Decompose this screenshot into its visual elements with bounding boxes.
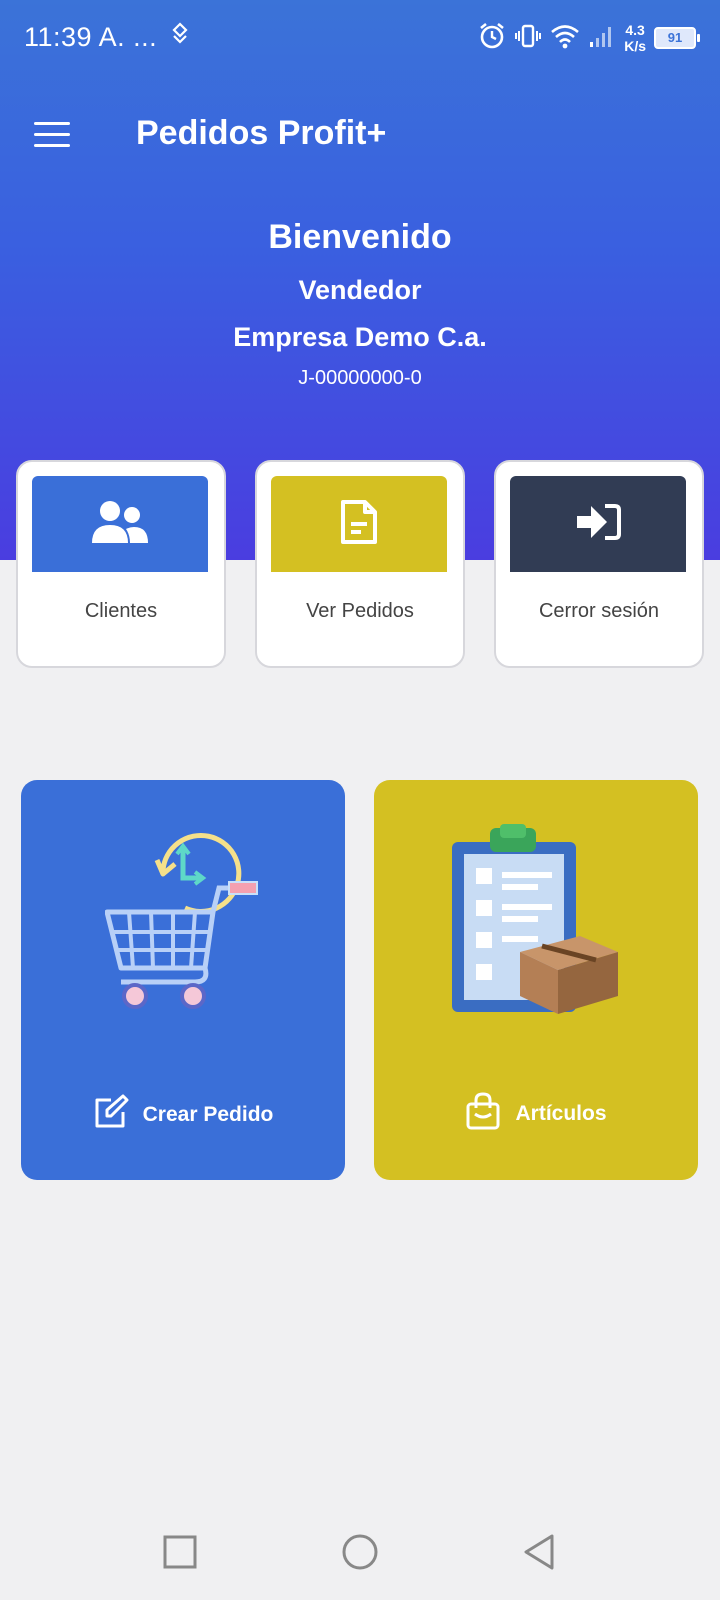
users-icon <box>90 499 150 550</box>
clientes-label: Clientes <box>84 600 158 622</box>
wifi-icon <box>550 22 580 55</box>
articulos-button-label: Artículos <box>374 1092 698 1136</box>
welcome-panel: Bienvenido Vendedor Empresa Demo C.a. J-… <box>0 218 720 390</box>
cerrar-sesion-card-banner <box>510 476 686 572</box>
recent-apps-button[interactable] <box>158 1530 202 1574</box>
status-time: 11:39 A. ... <box>24 22 158 52</box>
document-icon <box>339 498 379 551</box>
ver-pedidos-label: Ver Pedidos <box>306 600 414 622</box>
edit-icon <box>93 1094 129 1136</box>
ver-pedidos-card-banner <box>271 476 447 572</box>
network-speed-value: 4.3 <box>625 22 645 38</box>
clientes-card[interactable]: Clientes <box>16 460 226 668</box>
app-title: Pedidos Profit+ <box>136 114 387 152</box>
welcome-title: Bienvenido <box>268 218 452 256</box>
menu-icon[interactable] <box>34 122 70 150</box>
circle-icon <box>342 1534 378 1570</box>
crear-pedido-card[interactable]: Crear Pedido <box>21 780 345 1180</box>
network-speed-unit: K/s <box>624 38 646 54</box>
status-bar: 11:39 A. ... 4.3 K/s 91 <box>0 0 720 76</box>
system-nav-bar <box>0 1500 720 1600</box>
battery-indicator: 91 <box>654 27 700 49</box>
articulos-card[interactable]: Artículos <box>374 780 698 1180</box>
company-name: Empresa Demo C.a. <box>233 322 487 352</box>
shopping-cart-illustration <box>104 820 275 1025</box>
crear-pedido-button-label: Crear Pedido <box>21 1094 345 1136</box>
square-icon <box>163 1535 197 1569</box>
signal-icon <box>588 22 616 55</box>
alarm-icon <box>478 22 506 55</box>
home-button[interactable] <box>338 1530 382 1574</box>
user-role: Vendedor <box>298 275 422 305</box>
cerrar-sesion-card[interactable]: Cerror sesión <box>494 460 704 668</box>
ver-pedidos-card[interactable]: Ver Pedidos <box>255 460 465 668</box>
shopping-bag-icon <box>465 1092 501 1136</box>
network-speed: 4.3 K/s <box>624 22 646 54</box>
app-bar: Pedidos Profit+ <box>0 96 720 176</box>
vibrate-icon <box>514 22 542 55</box>
location-icon <box>170 22 190 53</box>
crear-pedido-label: Crear Pedido <box>142 1103 274 1126</box>
clientes-card-banner <box>32 476 208 572</box>
sign-in-icon <box>575 502 621 547</box>
triangle-back-icon <box>524 1534 554 1570</box>
status-icons: 4.3 K/s 91 <box>478 18 700 58</box>
cerrar-sesion-label: Cerror sesión <box>538 600 660 622</box>
back-button[interactable] <box>518 1530 562 1574</box>
company-rif: J-00000000-0 <box>298 367 422 389</box>
clipboard-box-illustration <box>450 824 630 1029</box>
articulos-label: Artículos <box>515 1102 607 1125</box>
